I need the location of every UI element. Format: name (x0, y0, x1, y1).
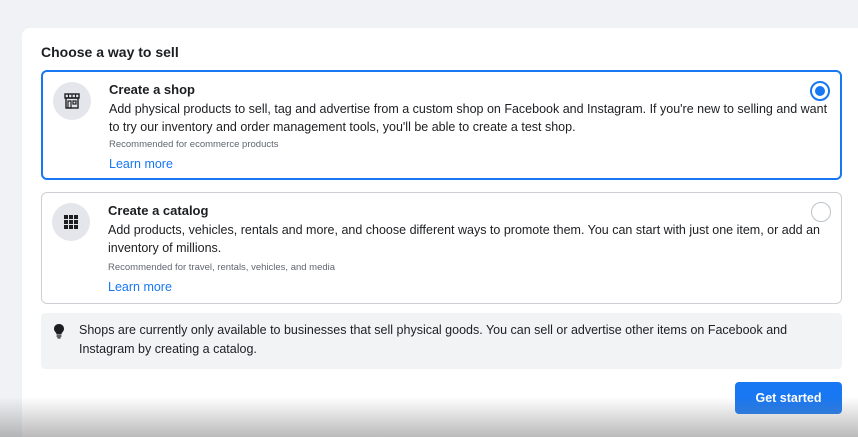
option-title: Create a catalog (108, 203, 209, 218)
notice-text: Shops are currently only available to bu… (79, 323, 788, 356)
get-started-button[interactable]: Get started (735, 382, 842, 414)
option-recommendation: Recommended for travel, rentals, vehicle… (108, 262, 336, 273)
option-description: Add products, vehicles, rentals and more… (108, 223, 820, 255)
option-description: Add physical products to sell, tag and a… (109, 102, 828, 134)
storefront-icon (53, 82, 91, 120)
option-create-catalog[interactable]: Create a catalog Add products, vehicles,… (41, 192, 842, 304)
learn-more-link[interactable]: Learn more (109, 157, 173, 171)
lightbulb-icon (53, 323, 67, 339)
learn-more-link[interactable]: Learn more (108, 280, 172, 294)
grid-icon (52, 203, 90, 241)
physical-goods-notice: Shops are currently only available to bu… (41, 313, 842, 369)
dialog-heading: Choose a way to sell (41, 44, 179, 60)
create-shop-radio[interactable] (810, 81, 830, 101)
option-recommendation: Recommended for ecommerce products (109, 139, 279, 150)
option-title: Create a shop (109, 82, 195, 97)
option-create-shop[interactable]: Create a shop Add physical products to s… (41, 70, 842, 180)
choose-way-to-sell-dialog: Choose a way to sell Create a shop Add p… (22, 28, 858, 437)
create-catalog-radio[interactable] (811, 202, 831, 222)
